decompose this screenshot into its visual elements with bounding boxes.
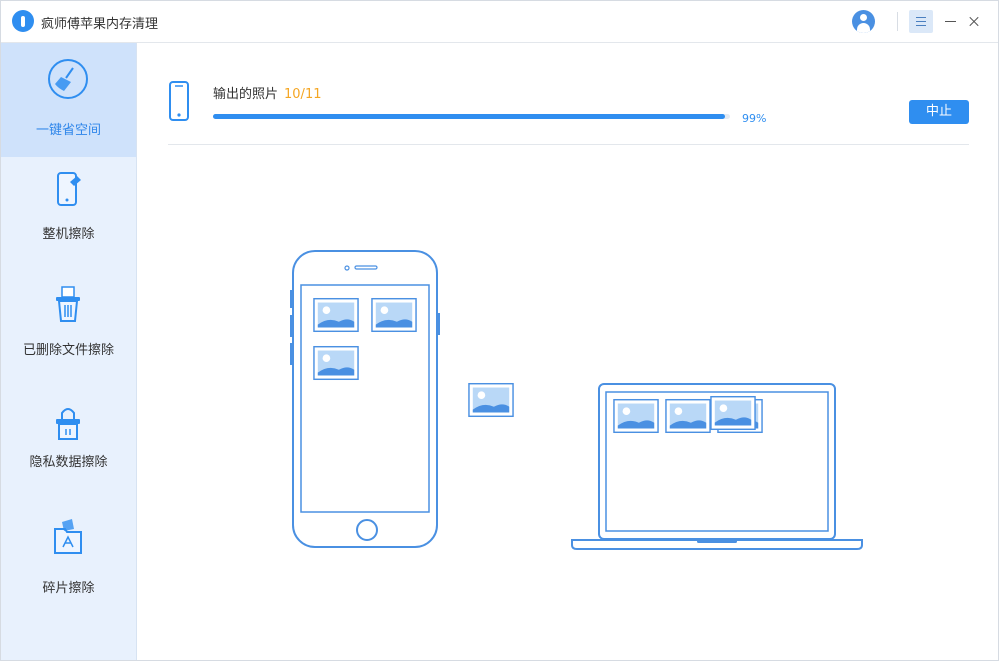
transferring-photo [468,382,514,418]
main-content: 输出的照片 10/11 99% 中止 [137,43,998,660]
sidebar-item-fragment-erase[interactable]: 碎片擦除 [1,499,136,660]
title-bar: 疯师傅苹果内存清理 [1,1,998,43]
stop-button[interactable]: 中止 [909,100,969,124]
export-count: 10/11 [284,87,322,102]
minimize-button[interactable] [940,10,964,33]
titlebar-divider [897,12,898,31]
app-logo-icon [12,10,34,32]
photo-thumbnail [710,395,756,431]
app-title: 疯师傅苹果内存清理 [41,17,159,32]
phone-illustration [290,250,440,548]
progress-bar [213,114,730,119]
minimize-icon [945,21,956,22]
phone-erase-icon [57,172,81,206]
sidebar: 一键省空间 整机擦除 已删除文件擦除 隐私数据擦除 碎片擦除 [1,43,137,660]
photo-thumbnail [665,398,711,434]
sidebar-item-label: 整机擦除 [42,227,95,242]
sidebar-item-one-key-save-space[interactable]: 一键省空间 [1,43,136,157]
sidebar-item-privacy-erase[interactable]: 隐私数据擦除 [1,385,136,499]
fragment-folder-icon [54,519,82,554]
photo-thumbnail [371,297,417,333]
app-window: 疯师傅苹果内存清理 一键省空间 整机擦除 已删除文件擦除 隐私数据擦除 碎片擦除… [0,0,999,661]
export-status-text: 输出的照片 10/11 [213,83,321,102]
photo-thumbnail [313,297,359,333]
photo-transfer-illustration [290,250,863,550]
export-label: 输出的照片 [213,87,279,102]
user-icon[interactable] [852,10,875,33]
sidebar-item-device-erase[interactable]: 整机擦除 [1,157,136,271]
laptop-illustration [571,383,863,550]
photo-thumbnail [313,345,359,381]
menu-button[interactable] [909,10,933,33]
phone-icon [169,81,189,121]
sidebar-item-label: 已删除文件擦除 [22,343,114,358]
progress-fill [213,114,725,119]
trash-file-icon [56,286,80,322]
broom-icon [48,59,88,99]
progress-percent: 99% [742,112,767,125]
privacy-lock-icon [56,408,80,440]
sidebar-item-label: 碎片擦除 [42,581,95,596]
sidebar-item-deleted-file-erase[interactable]: 已删除文件擦除 [1,271,136,385]
sidebar-item-label: 隐私数据擦除 [29,455,108,470]
sidebar-item-label: 一键省空间 [35,123,101,138]
close-button[interactable] [963,10,987,33]
photo-thumbnail [613,398,659,434]
